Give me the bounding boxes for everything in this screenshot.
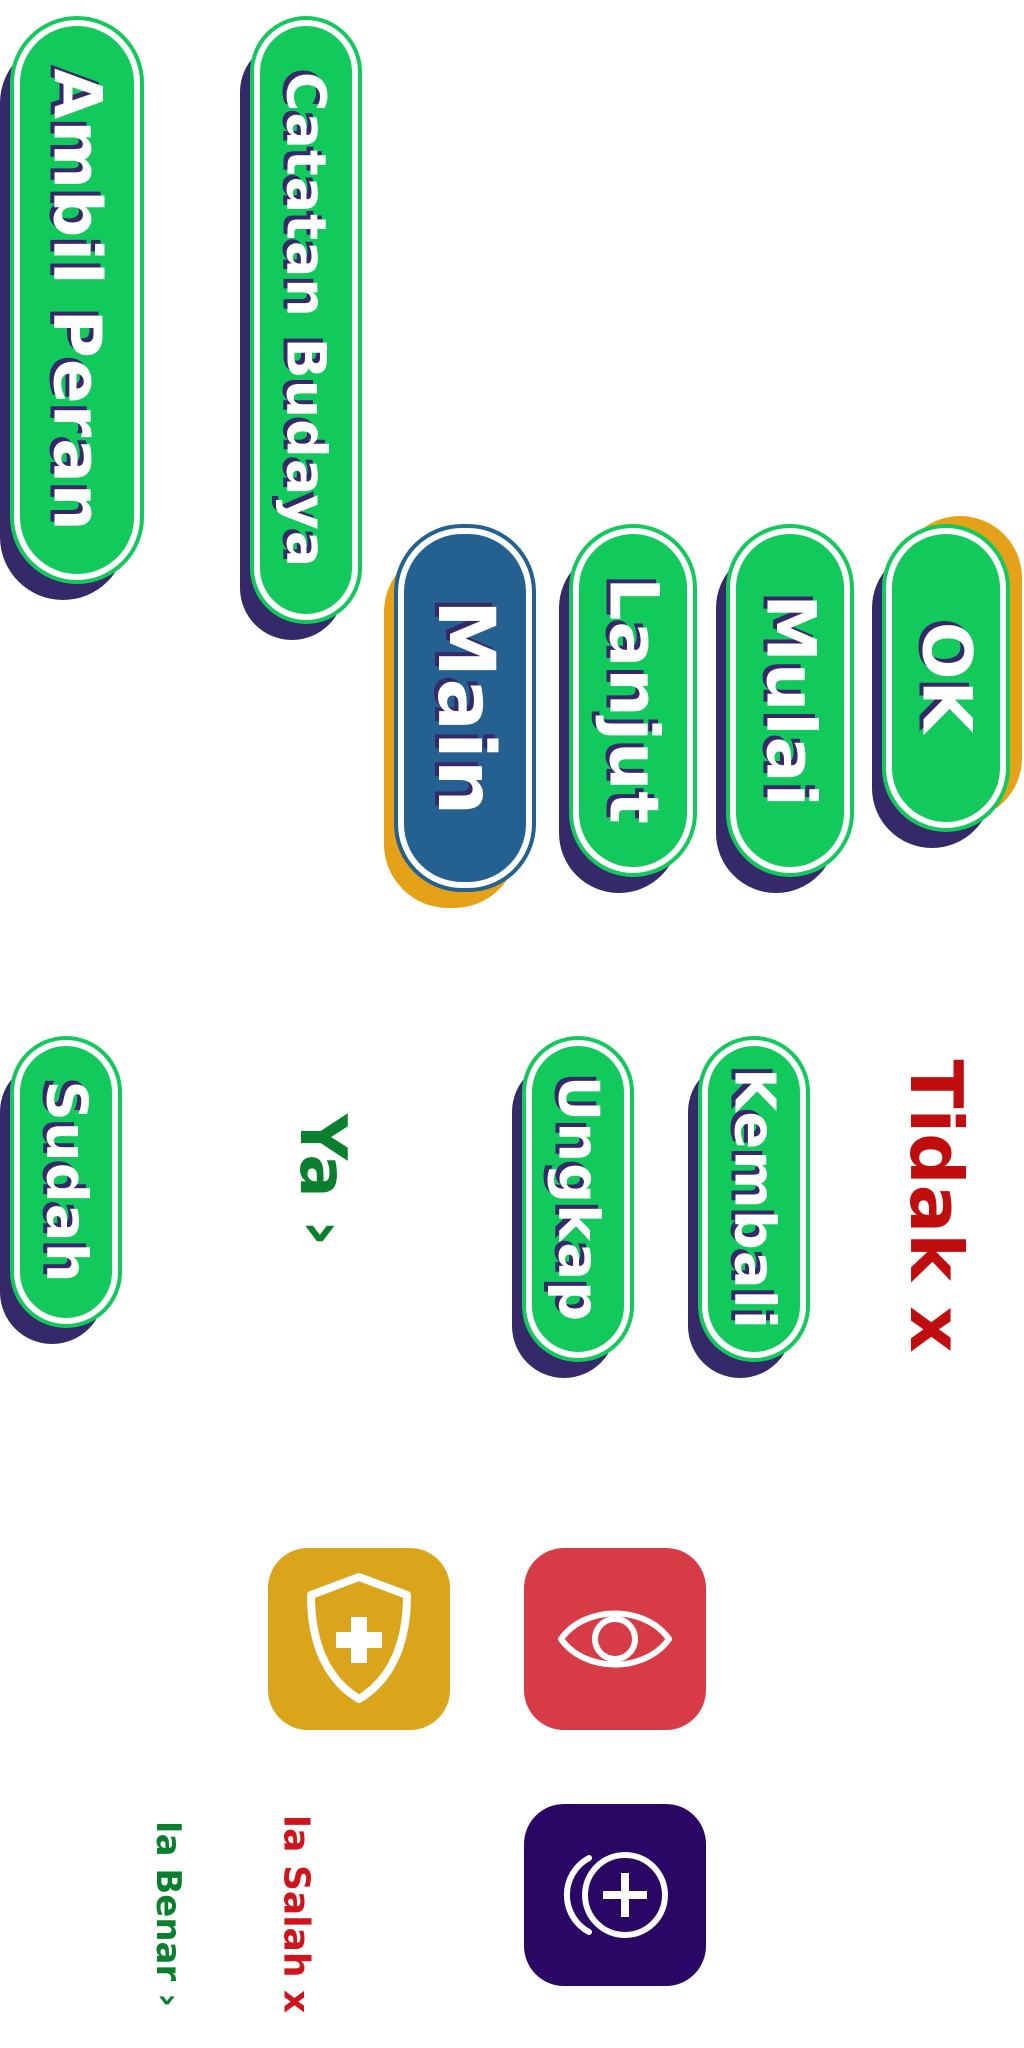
add-circle-tile-button[interactable]: [524, 1804, 706, 1986]
ok-button[interactable]: OK: [886, 528, 1006, 828]
catatan-budaya-button[interactable]: Catatan Budaya: [254, 20, 358, 620]
ia-salah-link[interactable]: Ia Salah x: [276, 1815, 317, 2013]
mulai-label: Mulai: [750, 593, 830, 808]
ambil-peran-label: Ambil Peran: [38, 68, 116, 532]
ambil-peran-button[interactable]: Ambil Peran: [14, 20, 140, 580]
main-button[interactable]: Main: [398, 528, 532, 888]
tidak-link[interactable]: Tidak x: [894, 1059, 978, 1352]
ya-link[interactable]: Ya ›: [285, 1114, 359, 1246]
mulai-button[interactable]: Mulai: [730, 528, 850, 873]
ungkap-button[interactable]: Ungkap: [526, 1040, 630, 1358]
eye-icon: [558, 1610, 672, 1668]
lanjut-button[interactable]: Lanjut: [573, 528, 693, 873]
main-label: Main: [420, 599, 510, 817]
ia-benar-link[interactable]: Ia Benar ›: [148, 1821, 188, 2007]
shield-plus-icon: [307, 1573, 411, 1703]
sudah-label: Sudah: [33, 1080, 99, 1284]
ungkap-label: Ungkap: [545, 1075, 611, 1323]
kembali-button[interactable]: Kembali: [702, 1040, 806, 1358]
ok-label: OK: [906, 621, 986, 735]
kembali-label: Kembali: [721, 1067, 787, 1331]
sudah-button[interactable]: Sudah: [14, 1040, 118, 1324]
shield-tile-button[interactable]: [268, 1548, 450, 1730]
catatan-budaya-label: Catatan Budaya: [274, 71, 338, 569]
add-circle-icon: [563, 1852, 668, 1938]
eye-tile-button[interactable]: [524, 1548, 706, 1730]
lanjut-label: Lanjut: [593, 576, 673, 825]
